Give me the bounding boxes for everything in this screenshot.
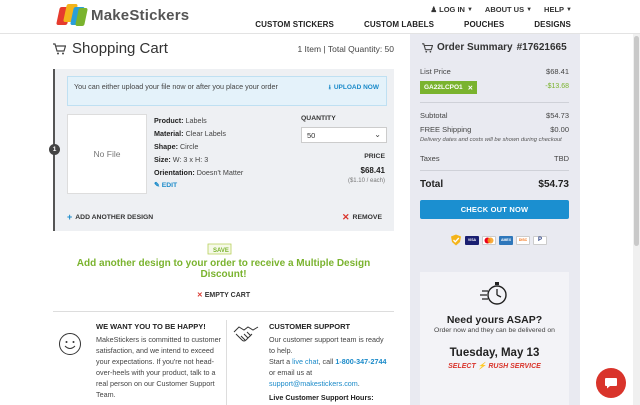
norton-icon [451, 234, 461, 246]
separator [420, 170, 569, 171]
caret-down-icon: ▼ [526, 6, 533, 13]
vertical-divider [226, 320, 227, 405]
separator [420, 102, 569, 103]
remove-button[interactable]: ✕ REMOVE [342, 212, 382, 223]
remove-coupon-icon[interactable]: ✕ [468, 84, 473, 92]
support-text: Our customer support team is ready to he… [269, 335, 387, 388]
page-title: Shopping Cart [53, 40, 168, 57]
amex-icon: AMEX [499, 235, 513, 245]
help-link[interactable]: HELP ▼ [544, 5, 572, 14]
detail-orientation: Orientation: Doesn't Matter [154, 168, 244, 177]
coupon-badge: GA22LCPO1 ✕ [420, 81, 478, 94]
shipping-note: Delivery dates and costs will be shown d… [420, 137, 562, 143]
happy-text: MakeStickers is committed to customer sa… [96, 335, 222, 399]
stopwatch-icon [480, 282, 507, 305]
shipping-row: FREE Shipping $0.00 [420, 125, 569, 134]
site-header: MakeStickers ♟ LOG IN ▼ ABOUT US ▼ HELP ▼ CU… [0, 0, 640, 34]
upload-notice: You can either upload your file now or a… [67, 76, 387, 106]
live-chat-link[interactable]: live chat [292, 357, 318, 366]
upload-notice-text: You can either upload your file now or a… [74, 82, 278, 91]
phone-link[interactable]: 1-800-347-2744 [335, 357, 386, 366]
about-us-link[interactable]: ABOUT US ▼ [485, 5, 532, 14]
order-number: #17621665 [516, 42, 567, 53]
upload-now-button[interactable]: ⭳ UPLOAD NOW [329, 82, 379, 93]
cart-meta: 1 Item | Total Quantity: 50 [297, 44, 394, 54]
asap-subtitle: Order now and they can be delivered on [434, 327, 555, 334]
support-hours-label: Live Customer Support Hours: [269, 393, 374, 402]
close-icon: ✕ [341, 212, 350, 222]
checkout-button[interactable]: CHECK OUT NOW [420, 200, 569, 219]
visa-icon: VISA [465, 235, 479, 245]
mastercard-icon [482, 235, 496, 245]
smiley-icon [59, 333, 81, 355]
chevron-down-icon: ⌄ [374, 130, 381, 139]
price-label: PRICE [364, 153, 385, 160]
subtotal-row: Subtotal $54.73 [420, 111, 569, 120]
delivery-date: Tuesday, May 13 [449, 347, 540, 359]
close-icon: ✕ [196, 292, 203, 299]
scrollbar[interactable] [633, 34, 640, 405]
logo-mark-icon [56, 4, 88, 26]
edit-button[interactable]: ✎ EDIT [154, 179, 243, 192]
detail-product: Product: Labels [154, 116, 207, 125]
nav-custom-labels[interactable]: CUSTOM LABELS [364, 20, 434, 29]
email-link[interactable]: support@makestickers.com [269, 379, 358, 388]
quantity-label: QUANTITY [301, 115, 336, 122]
order-summary-panel: Order Summary #17621665 List Price $68.4… [410, 34, 580, 405]
handshake-icon [233, 326, 259, 342]
detail-material: Material: Clear Labels [154, 129, 226, 138]
chat-button[interactable] [596, 368, 626, 398]
edit-icon: ✎ [154, 182, 160, 189]
cart-icon [53, 42, 66, 54]
empty-cart-button[interactable]: ✕ EMPTY CART [53, 291, 394, 299]
payment-methods: VISA AMEX DISC P [450, 234, 547, 246]
order-summary-title: Order Summary #17621665 [422, 42, 567, 53]
coupon-discount: -$13.68 [545, 83, 569, 90]
item-price: $68.41 [360, 166, 385, 175]
add-another-design-button[interactable]: + ADD ANOTHER DESIGN [67, 212, 153, 222]
logo[interactable]: MakeStickers [56, 4, 190, 26]
save-tag-text: SAVE [213, 248, 229, 254]
plus-icon: + [67, 212, 73, 222]
rush-service-link[interactable]: SELECT ⚡ RUSH SERVICE [420, 362, 569, 370]
item-number-badge: 1 [49, 144, 60, 155]
main-nav: CUSTOM STICKERS CUSTOM LABELS POUCHES DE… [255, 20, 571, 29]
scrollbar-thumb[interactable] [634, 36, 639, 246]
happy-title: WE WANT YOU TO BE HAPPY! [96, 322, 206, 331]
top-links: ♟ LOG IN ▼ ABOUT US ▼ HELP ▼ [430, 5, 572, 14]
nav-custom-stickers[interactable]: CUSTOM STICKERS [255, 20, 334, 29]
paypal-icon: P [533, 235, 547, 245]
support-title: CUSTOMER SUPPORT [269, 322, 351, 331]
nav-pouches[interactable]: POUCHES [464, 20, 504, 29]
asap-promo: Need yours ASAP? Order now and they can … [420, 272, 569, 405]
design-preview: No File [67, 114, 147, 194]
unit-price: ($1.10 / each) [347, 178, 385, 184]
asap-title: Need yours ASAP? [446, 314, 543, 326]
nav-designs[interactable]: DESIGNS [534, 20, 571, 29]
caret-down-icon: ▼ [566, 6, 572, 13]
user-icon: ♟ [430, 5, 438, 14]
quantity-select[interactable]: 50 ⌄ [301, 127, 387, 143]
cart-icon [422, 42, 433, 53]
detail-shape: Shape: Circle [154, 142, 199, 151]
cart-item: You can either upload your file now or a… [49, 69, 394, 231]
login-link[interactable]: ♟ LOG IN ▼ [430, 5, 473, 14]
discover-icon: DISC [516, 235, 530, 245]
upload-icon: ⭳ [328, 84, 331, 91]
discount-message: Add another design to your order to rece… [76, 258, 371, 280]
logo-text: MakeStickers [91, 6, 190, 24]
taxes-row: Taxes TBD [420, 154, 569, 163]
detail-size: Size: W: 3 x H: 3 [154, 155, 209, 164]
divider [53, 311, 394, 312]
list-price-row: List Price $68.41 [420, 67, 569, 76]
caret-down-icon: ▼ [466, 6, 473, 13]
chat-bubble-icon [605, 378, 617, 389]
total-row: Total $54.73 [420, 179, 569, 190]
product-details: Product: Labels Material: Clear Labels S… [154, 114, 243, 192]
